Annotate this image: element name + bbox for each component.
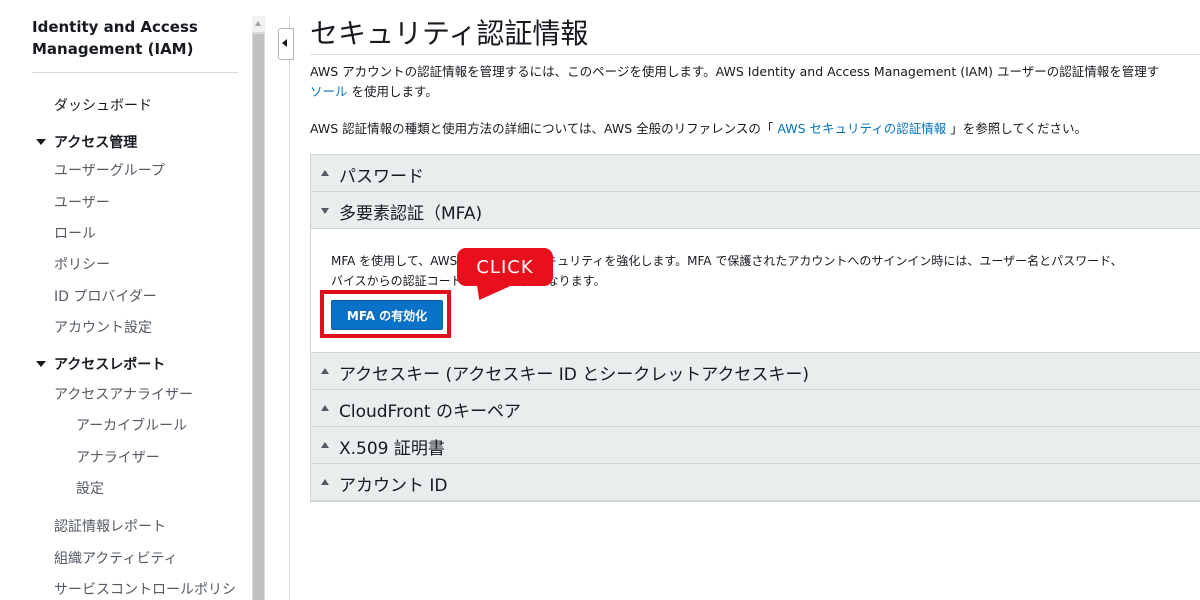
accordion-mfa[interactable]: 多要素認証（MFA) xyxy=(311,192,1200,229)
scrollbar-thumb[interactable] xyxy=(253,34,264,600)
caret-up-icon xyxy=(321,479,329,485)
accordion-label: 多要素認証（MFA) xyxy=(339,204,483,224)
sidebar-item-dashboard[interactable]: ダッシュボード xyxy=(54,95,152,115)
intro-line-1: AWS アカウントの認証情報を管理するには、このページを使用します。AWS Id… xyxy=(310,64,1160,79)
panel-divider xyxy=(289,16,290,600)
accordion-label: CloudFront のキーペア xyxy=(339,402,521,422)
sidebar-item-account-settings[interactable]: アカウント設定 xyxy=(54,317,152,337)
sidebar-section-access-reports[interactable]: アクセスレポート xyxy=(36,354,165,374)
accordion-password[interactable]: パスワード xyxy=(311,155,1200,192)
service-title-line1: Identity and Access xyxy=(32,18,198,36)
intro-text: AWS アカウントの認証情報を管理するには、このページを使用します。AWS Id… xyxy=(310,62,1200,102)
reference-suffix: 」を参照してください。 xyxy=(946,121,1087,136)
sidebar-item-user-groups[interactable]: ユーザーグループ xyxy=(54,160,165,180)
accordion-label: アカウント ID xyxy=(339,476,448,496)
collapse-sidebar-button[interactable] xyxy=(278,28,294,60)
scroll-up-icon[interactable] xyxy=(252,16,265,32)
sidebar-section-label: アクセス管理 xyxy=(54,135,138,151)
accordion-label: X.509 証明書 xyxy=(339,439,445,459)
reference-text: AWS 認証情報の種類と使用方法の詳細については、AWS 全般のリファレンスの「… xyxy=(310,118,1087,137)
intro-line-2-rest: を使用します。 xyxy=(347,84,438,99)
caret-down-icon xyxy=(36,139,46,145)
caret-down-icon xyxy=(36,361,46,367)
accordion-label: パスワード xyxy=(339,167,424,187)
sidebar-item-analyzers[interactable]: アナライザー xyxy=(76,447,160,467)
sidebar-item-settings[interactable]: 設定 xyxy=(76,478,104,498)
sidebar-item-archive-rules[interactable]: アーカイブルール xyxy=(76,415,187,435)
caret-up-icon xyxy=(321,405,329,411)
sidebar-scrollbar[interactable] xyxy=(252,16,265,600)
title-divider xyxy=(310,54,1200,55)
sidebar-item-scp[interactable]: サービスコントロールポリシ xyxy=(54,579,236,599)
enable-mfa-button[interactable]: MFA の有効化 xyxy=(331,300,443,330)
sidebar-divider xyxy=(32,72,238,73)
accordion-cloudfront[interactable]: CloudFront のキーペア xyxy=(311,390,1200,427)
page-title: セキュリティ認証情報 xyxy=(310,17,589,50)
sidebar-item-org-activity[interactable]: 組織アクティビティ xyxy=(54,548,178,568)
sidebar-item-users[interactable]: ユーザー xyxy=(54,192,110,212)
caret-up-icon xyxy=(321,442,329,448)
sidebar: Identity and Access Management (IAM) ダッシ… xyxy=(0,0,252,600)
accordion-access-keys[interactable]: アクセスキー (アクセスキー ID とシークレットアクセスキー) xyxy=(311,353,1200,390)
accordion-x509[interactable]: X.509 証明書 xyxy=(311,427,1200,464)
intro-line-2: ソール を使用します。 xyxy=(310,82,1200,102)
click-callout: CLICK xyxy=(457,248,553,286)
reference-prefix: AWS 認証情報の種類と使用方法の詳細については、AWS 全般のリファレンスの「 xyxy=(310,121,778,136)
service-title[interactable]: Identity and Access Management (IAM) xyxy=(32,16,198,60)
service-title-line2: Management (IAM) xyxy=(32,40,194,58)
sidebar-item-policies[interactable]: ポリシー xyxy=(54,254,110,274)
caret-up-icon xyxy=(321,170,329,176)
sidebar-section-label: アクセスレポート xyxy=(54,357,166,373)
console-link[interactable]: ソール xyxy=(310,84,348,99)
caret-up-icon xyxy=(321,368,329,374)
sidebar-item-id-providers[interactable]: ID プロバイダー xyxy=(54,286,157,306)
sidebar-item-access-analyzer[interactable]: アクセスアナライザー xyxy=(54,384,193,404)
security-credentials-link[interactable]: AWS セキュリティの認証情報 xyxy=(777,121,946,136)
caret-down-icon xyxy=(321,208,329,214)
callout-tail xyxy=(469,284,515,300)
accordion-label: アクセスキー (アクセスキー ID とシークレットアクセスキー) xyxy=(339,365,810,385)
sidebar-item-roles[interactable]: ロール xyxy=(54,223,96,243)
accordion-account-id[interactable]: アカウント ID xyxy=(311,464,1200,501)
sidebar-section-access-management[interactable]: アクセス管理 xyxy=(36,132,137,152)
sidebar-item-credential-report[interactable]: 認証情報レポート xyxy=(54,516,166,536)
